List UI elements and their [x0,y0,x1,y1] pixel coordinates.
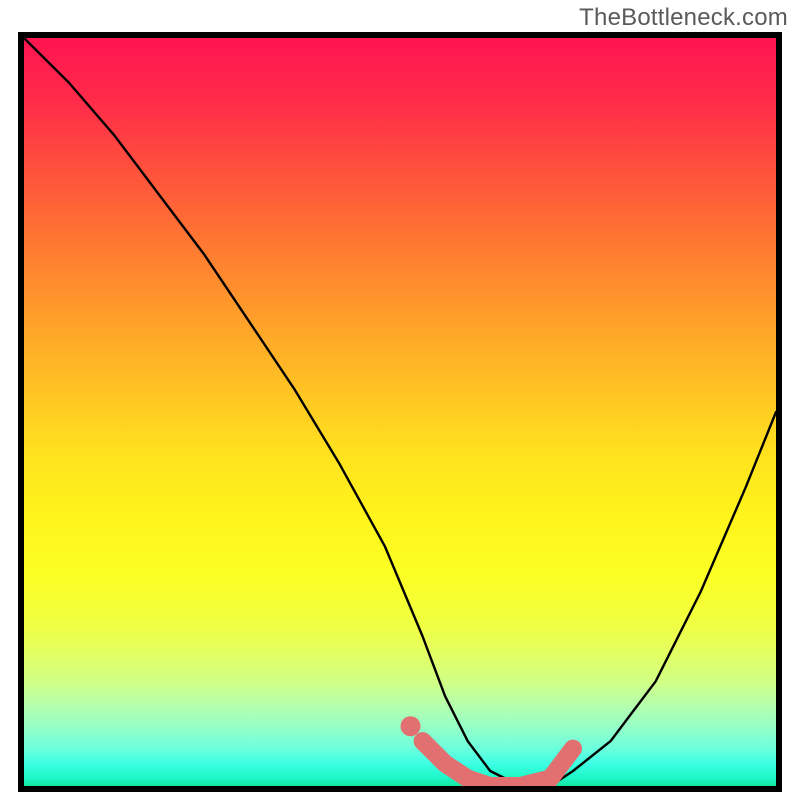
attribution-label: TheBottleneck.com [579,4,788,32]
bottleneck-curve [24,38,776,786]
chart-svg [24,38,776,786]
optimal-range-highlight [423,741,573,786]
plot-area [18,32,782,792]
chart-frame [18,32,782,792]
optimal-range-start-dot [401,716,421,736]
